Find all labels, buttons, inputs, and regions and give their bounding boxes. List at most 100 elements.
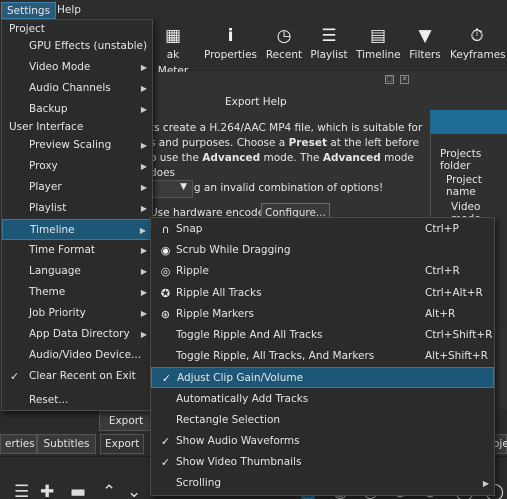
toolbar-recent-button[interactable]: ◷ Recent <box>264 25 304 69</box>
timeline-item-adjust-clip-gain-volume[interactable]: ✓ Adjust Clip Gain/Volume <box>151 367 494 389</box>
settings-item-theme[interactable]: Theme ▶ <box>2 282 152 303</box>
filter-icon: ▼ <box>418 26 432 46</box>
project-pane-header <box>430 110 507 134</box>
menu-item-label: Snap <box>176 223 203 235</box>
menu-item-label: Clear Recent on Exit <box>29 370 136 382</box>
chevron-right-icon: ▶ <box>140 204 147 213</box>
menu-item-label: Preview Scaling <box>29 139 112 151</box>
menu-item-label: Adjust Clip Gain/Volume <box>177 372 304 385</box>
toolbar-label: ak Meter <box>157 49 189 77</box>
settings-item-time-format[interactable]: Time Format ▶ <box>2 240 152 261</box>
menu-item-label: Scrolling <box>176 477 222 490</box>
shortcut-label: Ctrl+P <box>425 223 459 235</box>
chevron-right-icon: ▶ <box>140 105 147 114</box>
pin-icon[interactable]: □ <box>385 75 394 84</box>
shortcut-label: Alt+R <box>425 307 456 320</box>
settings-item-job-priority[interactable]: Job Priority ▶ <box>2 303 152 324</box>
help-bold: Advanced <box>322 152 381 164</box>
ripple-icon: ◎ <box>160 265 171 279</box>
tab-properties[interactable]: erties <box>0 434 37 454</box>
chevron-right-icon: ▶ <box>140 84 147 93</box>
timeline-item-rectangle-selection[interactable]: Rectangle Selection <box>151 410 494 431</box>
menu-item-label: Job Priority <box>29 307 86 319</box>
toolbar-properties-button[interactable]: i Properties <box>203 25 258 69</box>
export-help-title: Export Help <box>225 96 287 108</box>
timeline-item-automatically-add-tracks[interactable]: Automatically Add Tracks <box>151 389 494 410</box>
shortcut-label: Ctrl+R <box>425 265 460 278</box>
toolbar-timeline-button[interactable]: ▤ Timeline <box>356 25 401 69</box>
playlist-icon: ☰ <box>321 26 337 46</box>
chevron-right-icon: ▶ <box>140 141 147 150</box>
settings-item-player[interactable]: Player ▶ <box>2 177 152 198</box>
menubar: Settings Help <box>0 0 507 21</box>
settings-item-timeline[interactable]: Timeline ▶ <box>2 219 152 240</box>
menu-item-label: Toggle Ripple, All Tracks, And Markers <box>176 350 375 363</box>
timeline-item-show-video-thumbnails[interactable]: ✓ Show Video Thumbnails <box>151 452 494 473</box>
remove-icon[interactable]: ▬ <box>70 482 86 499</box>
help-fragment: at the left before <box>326 137 419 149</box>
toolbar-peak-meter-button[interactable]: ▦ ak Meter <box>150 25 196 77</box>
toolbar-filters-button[interactable]: ▼ Filters <box>408 25 442 69</box>
timeline-item-toggle-ripple-and-all-tracks[interactable]: Toggle Ripple And All Tracks Ctrl+Shift+R <box>151 325 494 346</box>
settings-item-backup[interactable]: Backup ▶ <box>2 99 152 120</box>
check-icon: ✓ <box>160 435 171 448</box>
menu-item-label: Ripple Markers <box>176 307 255 320</box>
tab-export[interactable]: Export <box>100 434 144 454</box>
chevron-right-icon: ▶ <box>140 183 147 192</box>
shortcut-label: Alt+Shift+R <box>425 350 488 363</box>
settings-item-language[interactable]: Language ▶ <box>2 261 152 282</box>
overwrite-icon[interactable]: ⌄ <box>127 482 141 499</box>
chevron-right-icon: ▶ <box>140 162 147 171</box>
settings-item-audio-channels[interactable]: Audio Channels ▶ <box>2 78 152 99</box>
menu-item-label: Time Format <box>29 244 96 256</box>
timeline-item-ripple-all-tracks[interactable]: ✪ Ripple All Tracks Ctrl+Alt+R <box>151 283 494 304</box>
help-bold: Preset <box>288 137 327 149</box>
clock-icon: ◷ <box>276 26 292 46</box>
section-project: Project <box>9 23 45 35</box>
lift-icon[interactable]: ⌃ <box>102 482 116 499</box>
timeline-icon: ▤ <box>369 26 387 46</box>
timeline-item-show-audio-waveforms[interactable]: ✓ Show Audio Waveforms <box>151 431 494 452</box>
timeline-item-scrub-while-dragging[interactable]: ◉ Scrub While Dragging <box>151 240 494 261</box>
settings-item-gpu-effects-unstable[interactable]: GPU Effects (unstable) <box>2 36 152 57</box>
settings-item-preview-scaling[interactable]: Preview Scaling ▶ <box>2 135 152 156</box>
append-icon[interactable]: ✚ <box>40 482 54 499</box>
menu-help[interactable]: Help <box>52 2 86 19</box>
timeline-item-ripple-markers[interactable]: ⊛ Ripple Markers Alt+R <box>151 304 494 325</box>
close-icon[interactable]: ✕ <box>400 75 409 84</box>
settings-item-video-mode[interactable]: Video Mode ▶ <box>2 57 152 78</box>
settings-item-playlist[interactable]: Playlist ▶ <box>2 198 152 219</box>
tab-subtitles[interactable]: Subtitles <box>37 434 96 454</box>
toolbar-label: Playlist <box>310 49 348 61</box>
timeline-item-scrolling[interactable]: Scrolling ▶ <box>151 473 494 494</box>
settings-item-app-data-directory[interactable]: App Data Directory ▶ <box>2 324 152 345</box>
menu-item-label: Language <box>29 265 81 277</box>
toolbar-keyframes-button[interactable]: ⏱ Keyframes <box>450 25 506 69</box>
settings-menu: Project User Interface GPU Effects (unst… <box>1 19 153 411</box>
menu-icon[interactable]: ☰ <box>14 482 29 499</box>
toolbar-playlist-button[interactable]: ☰ Playlist <box>310 25 348 69</box>
menu-settings[interactable]: Settings <box>1 2 57 19</box>
menu-item-label: Rectangle Selection <box>176 413 281 426</box>
menu-item-label: Show Video Thumbnails <box>176 456 302 469</box>
settings-item-clear-recent-on-exit[interactable]: ✓ Clear Recent on Exit <box>2 366 152 387</box>
timeline-item-toggle-ripple-all-tracks-and-markers[interactable]: Toggle Ripple, All Tracks, And Markers Al… <box>151 346 494 367</box>
toolbar-label: Filters <box>409 49 441 61</box>
app-window: Settings Help ▦ ak Meter i Properties ◷ … <box>0 0 507 499</box>
settings-item-audio-video-device[interactable]: Audio/Video Device... <box>2 345 152 366</box>
menu-item-label: Ripple All Tracks <box>176 286 262 299</box>
chevron-right-icon: ▶ <box>140 246 147 255</box>
timeline-item-snap[interactable]: ∩ Snap Ctrl+P <box>151 219 494 240</box>
timeline-item-ripple[interactable]: ◎ Ripple Ctrl+R <box>151 261 494 282</box>
preset-combo[interactable]: ▼ <box>150 180 193 198</box>
export-file-button[interactable]: Export Fi <box>99 411 153 445</box>
timeline-submenu: ∩ Snap Ctrl+P ◉ Scrub While Dragging ◎ Ripple C… <box>150 217 495 496</box>
help-fragment: mode. The <box>260 152 323 164</box>
projects-folder-label: Projects folder <box>440 148 482 172</box>
help-line: s and purposes. Choose a Preset at the l… <box>150 136 430 151</box>
check-icon: ✓ <box>161 372 172 386</box>
settings-item-reset[interactable]: Reset... <box>2 390 152 411</box>
menu-item-label: Backup <box>29 103 68 115</box>
settings-item-proxy[interactable]: Proxy ▶ <box>2 156 152 177</box>
chevron-down-icon: ▼ <box>180 182 187 192</box>
